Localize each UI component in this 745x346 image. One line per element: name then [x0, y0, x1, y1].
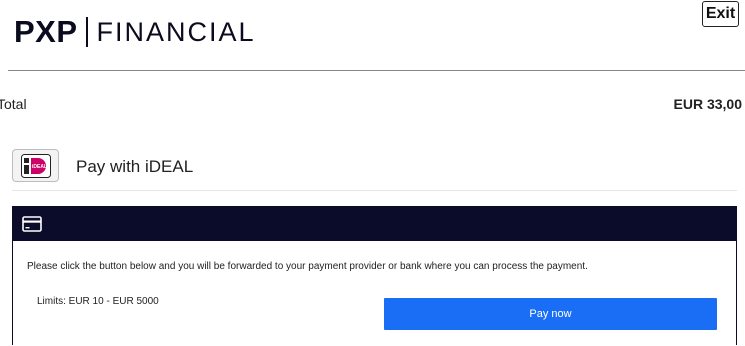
total-amount: EUR 33,00 — [673, 96, 742, 112]
pay-now-button[interactable]: Pay now — [384, 298, 717, 330]
header-divider — [8, 70, 745, 71]
pxp-financial-logo: PXP FINANCIAL — [14, 14, 256, 50]
payment-panel-header — [13, 207, 736, 241]
total-label: Total — [0, 96, 27, 112]
ideal-logo-text: iDEAL — [32, 164, 47, 170]
logo-text: FINANCIAL — [96, 16, 256, 47]
ideal-logo-icon: iDEAL — [12, 149, 59, 182]
logo-mark: PXP — [14, 14, 78, 49]
credit-card-icon — [22, 216, 42, 232]
payment-limits-text: Limits: EUR 10 - EUR 5000 — [37, 296, 159, 307]
payment-panel-body: Please click the button below and you wi… — [13, 241, 736, 346]
page-header: PXP FINANCIAL Exit — [0, 0, 745, 70]
payment-method-label: Pay with iDEAL — [76, 157, 194, 176]
payment-method-ideal[interactable]: iDEAL Pay with iDEAL — [12, 146, 737, 191]
total-row: Total EUR 33,00 — [0, 96, 745, 116]
payment-instruction-text: Please click the button below and you wi… — [27, 261, 588, 272]
exit-button[interactable]: Exit — [702, 1, 739, 27]
payment-panel: Please click the button below and you wi… — [12, 206, 737, 345]
logo-divider — [85, 17, 88, 47]
ideal-logo-graphic: iDEAL — [20, 153, 51, 178]
